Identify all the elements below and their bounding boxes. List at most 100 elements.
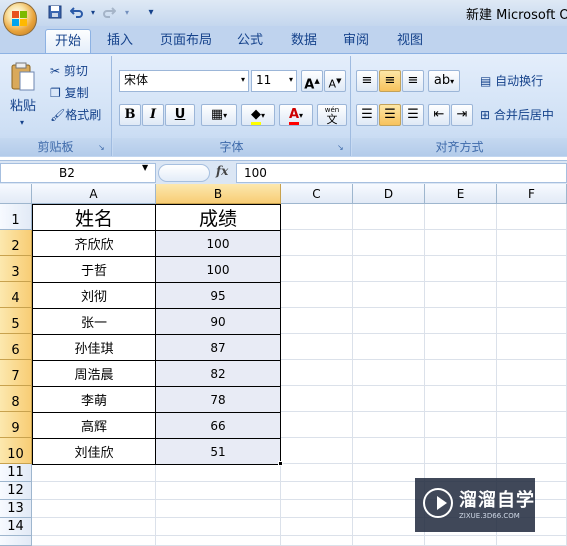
fill-handle[interactable] <box>278 461 283 466</box>
name-cell[interactable]: 孙佳琪 <box>32 334 156 361</box>
grid-cell[interactable] <box>353 386 425 412</box>
column-header-b[interactable]: B <box>156 184 281 204</box>
format-painter-button[interactable]: 🖌格式刷 <box>50 106 101 124</box>
score-cell[interactable]: 100 <box>155 230 281 257</box>
align-bottom-button[interactable]: ≡ <box>402 70 424 92</box>
grid-cell[interactable] <box>425 256 497 282</box>
grid-cell[interactable] <box>281 230 353 256</box>
office-button[interactable] <box>3 2 37 36</box>
grid-cell[interactable] <box>425 334 497 360</box>
grid-cell[interactable] <box>497 308 567 334</box>
score-cell[interactable]: 87 <box>155 334 281 361</box>
grid-cell[interactable] <box>156 518 281 536</box>
grid-cell[interactable] <box>281 500 353 518</box>
wrap-text-button[interactable]: ▤ 自动换行 <box>480 72 543 90</box>
grid-cell[interactable] <box>425 438 497 464</box>
tab-data[interactable]: 数据 <box>282 29 326 53</box>
grid-cell[interactable] <box>425 204 497 230</box>
grid-cell[interactable] <box>497 412 567 438</box>
grid-cell[interactable] <box>353 204 425 230</box>
align-right-button[interactable]: ☰ <box>402 104 424 126</box>
grid-cell[interactable] <box>353 308 425 334</box>
row-header-partial[interactable] <box>0 536 32 546</box>
align-center-button[interactable]: ☰ <box>379 104 401 126</box>
grid-cell[interactable] <box>425 282 497 308</box>
align-top-button[interactable]: ≡ <box>356 70 378 92</box>
row-header[interactable]: 3 <box>0 256 32 282</box>
tab-home[interactable]: 开始 <box>45 29 91 53</box>
merge-center-button[interactable]: ⊞ 合并后居中 <box>480 106 554 124</box>
tab-review[interactable]: 审阅 <box>334 29 378 53</box>
grid-cell[interactable] <box>156 536 281 546</box>
formula-input[interactable]: 100 <box>236 163 567 183</box>
tab-page-layout[interactable]: 页面布局 <box>154 29 218 53</box>
grid-cell[interactable] <box>156 464 281 482</box>
align-middle-button[interactable]: ≡ <box>379 70 401 92</box>
grid-cell[interactable] <box>353 412 425 438</box>
grid-cell[interactable] <box>497 334 567 360</box>
score-cell[interactable]: 82 <box>155 360 281 387</box>
score-cell[interactable]: 90 <box>155 308 281 335</box>
redo-dropdown-icon[interactable]: ▾ <box>118 5 136 21</box>
grow-font-button[interactable]: A▲ <box>301 70 323 92</box>
name-box[interactable]: B2 <box>0 163 156 183</box>
score-cell[interactable]: 51 <box>155 438 281 465</box>
grid-cell[interactable] <box>425 536 497 546</box>
formula-bar-handle[interactable] <box>158 164 210 182</box>
row-header[interactable]: 4 <box>0 282 32 308</box>
increase-indent-button[interactable]: ⇥ <box>451 104 473 126</box>
grid-cell[interactable] <box>32 500 156 518</box>
grid-cell[interactable] <box>281 282 353 308</box>
grid-cell[interactable] <box>353 334 425 360</box>
column-header-f[interactable]: F <box>497 184 567 204</box>
grid-cell[interactable] <box>156 482 281 500</box>
name-cell[interactable]: 李萌 <box>32 386 156 413</box>
insert-function-icon[interactable]: fx <box>216 164 228 178</box>
bold-button[interactable]: B <box>119 104 141 126</box>
grid-cell[interactable] <box>425 386 497 412</box>
name-cell[interactable]: 齐欣欣 <box>32 230 156 257</box>
decrease-indent-button[interactable]: ⇤ <box>428 104 450 126</box>
grid-cell[interactable] <box>281 536 353 546</box>
grid-cell[interactable] <box>281 464 353 482</box>
grid-cell[interactable] <box>32 518 156 536</box>
cut-button[interactable]: ✂ 剪切 <box>50 62 88 80</box>
grid-cell[interactable] <box>353 438 425 464</box>
orientation-button[interactable]: ab▾ <box>428 70 460 92</box>
grid-cell[interactable] <box>281 482 353 500</box>
grid-cell[interactable] <box>281 204 353 230</box>
column-header-e[interactable]: E <box>425 184 497 204</box>
font-size-select[interactable]: 11 ▾ <box>251 70 297 92</box>
tab-formulas[interactable]: 公式 <box>228 29 272 53</box>
grid-cell[interactable] <box>353 230 425 256</box>
name-cell[interactable]: 于哲 <box>32 256 156 283</box>
name-cell[interactable]: 刘佳欣 <box>32 438 156 465</box>
row-header[interactable]: 5 <box>0 308 32 334</box>
grid-cell[interactable] <box>281 386 353 412</box>
font-launcher-icon[interactable]: ↘ <box>337 143 347 153</box>
row-header[interactable]: 13 <box>0 500 32 518</box>
name-box-dropdown-icon[interactable]: ▼ <box>142 163 148 172</box>
italic-button[interactable]: I <box>142 104 164 126</box>
grid-cell[interactable] <box>497 536 567 546</box>
grid-cell[interactable] <box>281 438 353 464</box>
grid-cell[interactable] <box>281 518 353 536</box>
row-header[interactable]: 6 <box>0 334 32 360</box>
font-name-select[interactable]: 宋体 ▾ <box>119 70 249 92</box>
row-header[interactable]: 7 <box>0 360 32 386</box>
column-header-a[interactable]: A <box>32 184 156 204</box>
grid-cell[interactable] <box>32 482 156 500</box>
grid-cell[interactable] <box>353 282 425 308</box>
grid-cell[interactable] <box>497 386 567 412</box>
grid-cell[interactable] <box>32 536 156 546</box>
grid-cell[interactable] <box>156 500 281 518</box>
score-cell[interactable]: 78 <box>155 386 281 413</box>
score-cell[interactable]: 95 <box>155 282 281 309</box>
grid-cell[interactable] <box>497 230 567 256</box>
row-header[interactable]: 1 <box>0 204 32 230</box>
grid-cell[interactable] <box>425 360 497 386</box>
grid-cell[interactable] <box>281 360 353 386</box>
row-header[interactable]: 2 <box>0 230 32 256</box>
font-color-button[interactable]: A▾ <box>279 104 313 126</box>
grid-cell[interactable] <box>281 412 353 438</box>
